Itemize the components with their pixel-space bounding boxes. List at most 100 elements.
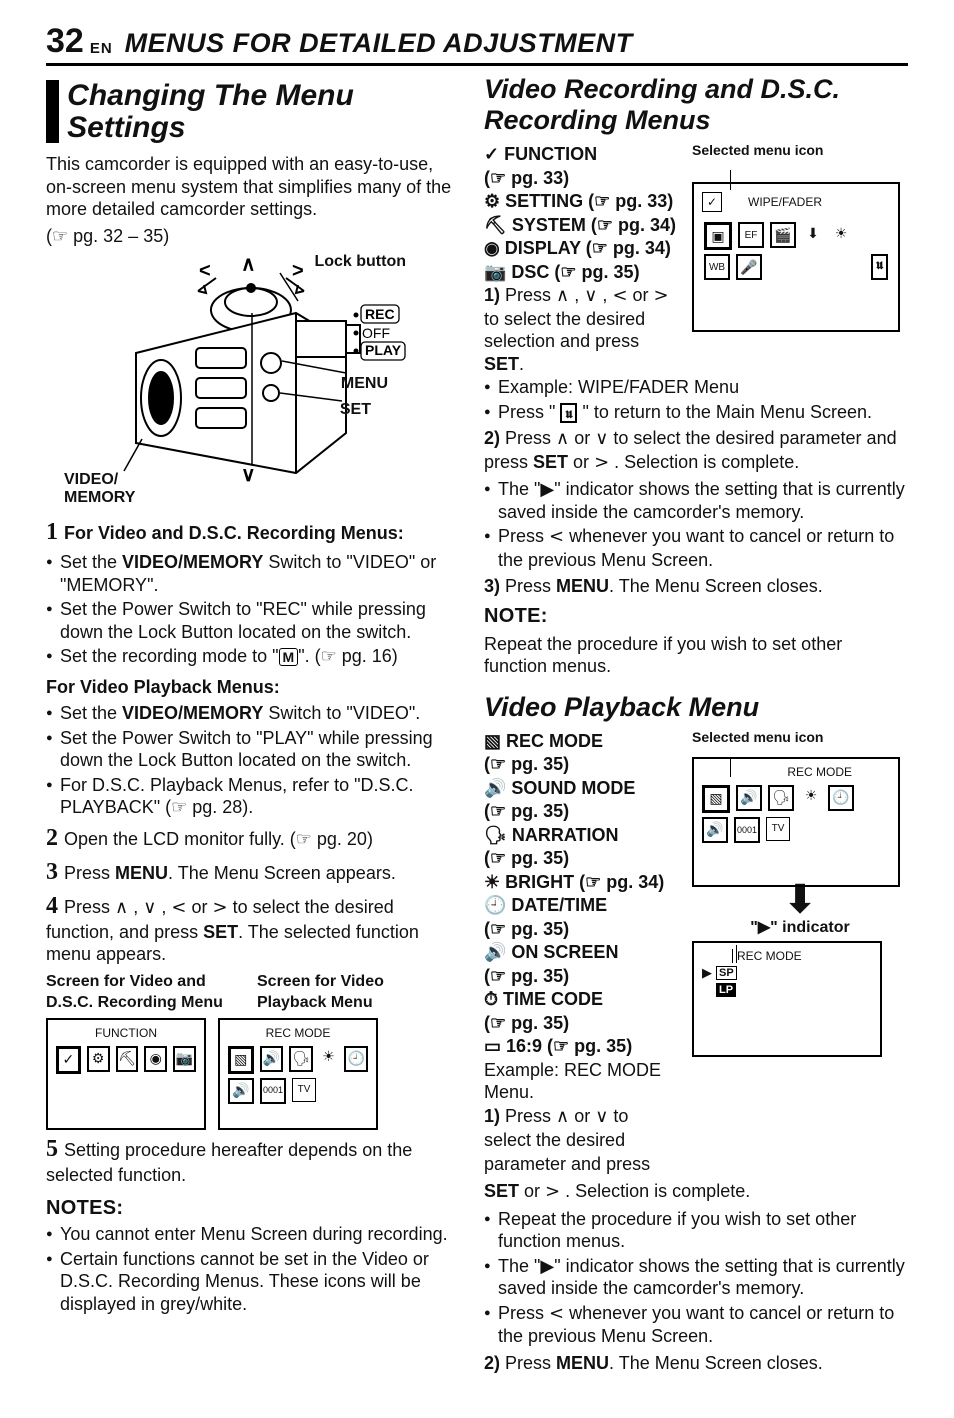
step-4: 4Press ∧ , ∨ , < or > to select the desi…	[46, 891, 456, 966]
left-column: Changing The Menu Settings This camcorde…	[46, 76, 456, 1378]
display-icon: ◉	[144, 1046, 167, 1072]
note-bullet: Certain functions cannot be set in the V…	[46, 1248, 456, 1316]
b-step1-line3: parameter and press	[484, 1153, 684, 1176]
note-heading: NOTE:	[484, 604, 908, 629]
svg-text:REC: REC	[365, 306, 395, 322]
menu-on-screen: 🔊 ON SCREEN	[484, 941, 684, 964]
recmode-icon: ▧	[702, 785, 730, 813]
lcd-indicator: REC MODE ▶ SP LP	[692, 941, 882, 1057]
note-bullet: You cannot enter Menu Screen during reco…	[46, 1223, 456, 1246]
return-icon: 𝖚	[871, 254, 888, 280]
step1-bullet: Set the VIDEO/MEMORY Switch to "VIDEO" o…	[46, 551, 456, 596]
system-icon: ⛏	[116, 1046, 139, 1072]
svg-text:<: <	[199, 260, 211, 282]
screen-caption-left: Screen for Video and D.S.C. Recording Me…	[46, 973, 223, 1011]
wipe-icon-ef: EF	[738, 222, 764, 248]
menu-function: ✓ FUNCTION	[484, 143, 684, 166]
wipe-icon-1: ▣	[704, 222, 732, 250]
menu-display: ◉ DISPLAY (☞ pg. 34)	[484, 237, 684, 260]
step-1-heading: 1For Video and D.S.C. Recording Menus:	[46, 517, 456, 547]
menu-dsc: 📷 DSC (☞ pg. 35)	[484, 261, 684, 284]
svg-text:∨: ∨	[241, 464, 256, 486]
menu-16-9: ▭ 16:9 (☞ pg. 35)	[484, 1035, 684, 1058]
wipe-icon-sun: ☀	[830, 222, 852, 244]
playback-menus-title: For Video Playback Menus:	[46, 676, 456, 699]
recmode-icon: ▧	[228, 1046, 254, 1074]
setting-icon: ⚙	[87, 1046, 110, 1072]
lcd-screen-recording: FUNCTION ✓ ⚙ ⛏ ◉ 📷	[46, 1018, 206, 1130]
triangle-indicator-icon: ▶	[702, 965, 712, 981]
menu-date-time: 🕘 DATE/TIME	[484, 894, 684, 917]
onscreen-icon: 🔊	[228, 1078, 254, 1104]
menu-time-code: ⏱ TIME CODE	[484, 988, 684, 1011]
a-indicator-bullet: The "▶" indicator shows the setting that…	[484, 478, 908, 523]
lcd-title: REC MODE	[700, 765, 892, 779]
wipe-icon-film: 🎬	[770, 222, 796, 248]
b-example: Example: REC MODE Menu.	[484, 1059, 684, 1104]
set-label: SET	[340, 401, 371, 419]
step-2: 2Open the LCD monitor fully. (☞ pg. 20)	[46, 823, 456, 853]
lcd-wipefader: ✓ WIPE/FADER ▣ EF 🎬 ⬇ ☀ WB	[692, 182, 900, 332]
a-return-bullet: Press " 𝖚 " to return to the Main Menu S…	[484, 401, 908, 424]
lang-code: EN	[90, 40, 113, 61]
wipe-icon-down: ⬇	[802, 222, 824, 244]
playback-bullet: Set the Power Switch to "PLAY" while pre…	[46, 727, 456, 772]
screen-caption-right: Screen for Video Playback Menu	[257, 973, 384, 1011]
svg-text:∧: ∧	[241, 254, 256, 276]
step-3: 3Press MENU. The Menu Screen appears.	[46, 857, 456, 887]
lcd-indicator-title: REC MODE	[732, 949, 872, 963]
right-column: Video Recording and D.S.C. Recording Men…	[484, 76, 908, 1378]
lp-label: LP	[716, 983, 736, 997]
b-indicator-bullet: The "▶" indicator shows the setting that…	[484, 1255, 908, 1300]
b-step2: 2) Press MENU. The Menu Screen closes.	[484, 1352, 908, 1375]
datetime-icon: 🕘	[828, 785, 854, 811]
notes-heading: NOTES:	[46, 1196, 456, 1221]
menu-date-time-ref: (☞ pg. 35)	[484, 918, 684, 941]
menu-rec-mode: ▧ REC MODE	[484, 730, 684, 753]
dsc-icon: 📷	[173, 1046, 196, 1072]
tv-icon: TV	[292, 1078, 316, 1102]
playback-bullet: Set the VIDEO/MEMORY Switch to "VIDEO".	[46, 702, 456, 725]
lcd-screen-playback: REC MODE ▧ 🔊 🗣 ☀ 🕘 🔊 0001 TV	[218, 1018, 378, 1130]
note-text: Repeat the procedure if you wish to set …	[484, 633, 908, 678]
svg-text:>: >	[292, 260, 304, 282]
a-step1: 1) Press ∧ , ∨ , < or > to select the de…	[484, 284, 684, 375]
bright-icon: ☀	[800, 785, 822, 807]
bright-icon: ☀	[319, 1046, 339, 1068]
mic-icon: 🎤	[736, 254, 762, 280]
menu-label: MENU	[341, 375, 388, 393]
b-cancel-bullet: Press < whenever you want to cancel or r…	[484, 1302, 908, 1348]
onscreen-icon: 🔊	[702, 817, 728, 843]
timecode-icon: 0001	[734, 817, 760, 843]
menu-system: ⛏ SYSTEM (☞ pg. 34)	[484, 214, 684, 237]
menu-setting: ⚙ SETTING (☞ pg. 33)	[484, 190, 684, 213]
function-icon: ✓	[56, 1046, 81, 1074]
intro-text: This camcorder is equipped with an easy-…	[46, 153, 456, 221]
b-repeat-bullet: Repeat the procedure if you wish to set …	[484, 1208, 908, 1253]
svg-text:OFF: OFF	[362, 325, 390, 341]
menu-narration: 🗣 NARRATION	[484, 824, 684, 847]
menu-function-ref: (☞ pg. 33)	[484, 167, 684, 190]
arrow-down-icon: ⬇	[692, 887, 908, 913]
lcd-title: WIPE/FADER	[748, 195, 822, 209]
selected-icon-label: Selected menu icon	[692, 142, 908, 158]
selected-icon-label: Selected menu icon	[692, 729, 908, 745]
svg-text:PLAY: PLAY	[365, 342, 402, 358]
menu-on-screen-ref: (☞ pg. 35)	[484, 965, 684, 988]
section-heading-video-playback: Video Playback Menu	[484, 692, 908, 723]
page-header: 32 EN MENUS FOR DETAILED ADJUSTMENT	[46, 22, 908, 66]
menu-sound-mode: 🔊 SOUND MODE	[484, 777, 684, 800]
a-step3: 3) Press MENU. The Menu Screen closes.	[484, 575, 908, 598]
section-heading-recording-menus: Video Recording and D.S.C. Recording Men…	[484, 74, 908, 136]
indicator-label: "▶" indicator	[692, 917, 908, 937]
menu-rec-mode-ref: (☞ pg. 35)	[484, 753, 684, 776]
function-icon: ✓	[702, 192, 722, 212]
b-step1-end: SET or > . Selection is complete.	[484, 1180, 908, 1204]
narration-icon: 🗣	[768, 785, 794, 811]
a-cancel-bullet: Press < whenever you want to cancel or r…	[484, 525, 908, 571]
wb-icon: WB	[704, 254, 730, 280]
chapter-title: MENUS FOR DETAILED ADJUSTMENT	[125, 28, 633, 59]
sound-icon: 🔊	[260, 1046, 284, 1072]
page-number: 32	[46, 22, 84, 61]
a-step2: 2) Press ∧ or ∨ to select the desired pa…	[484, 427, 908, 474]
